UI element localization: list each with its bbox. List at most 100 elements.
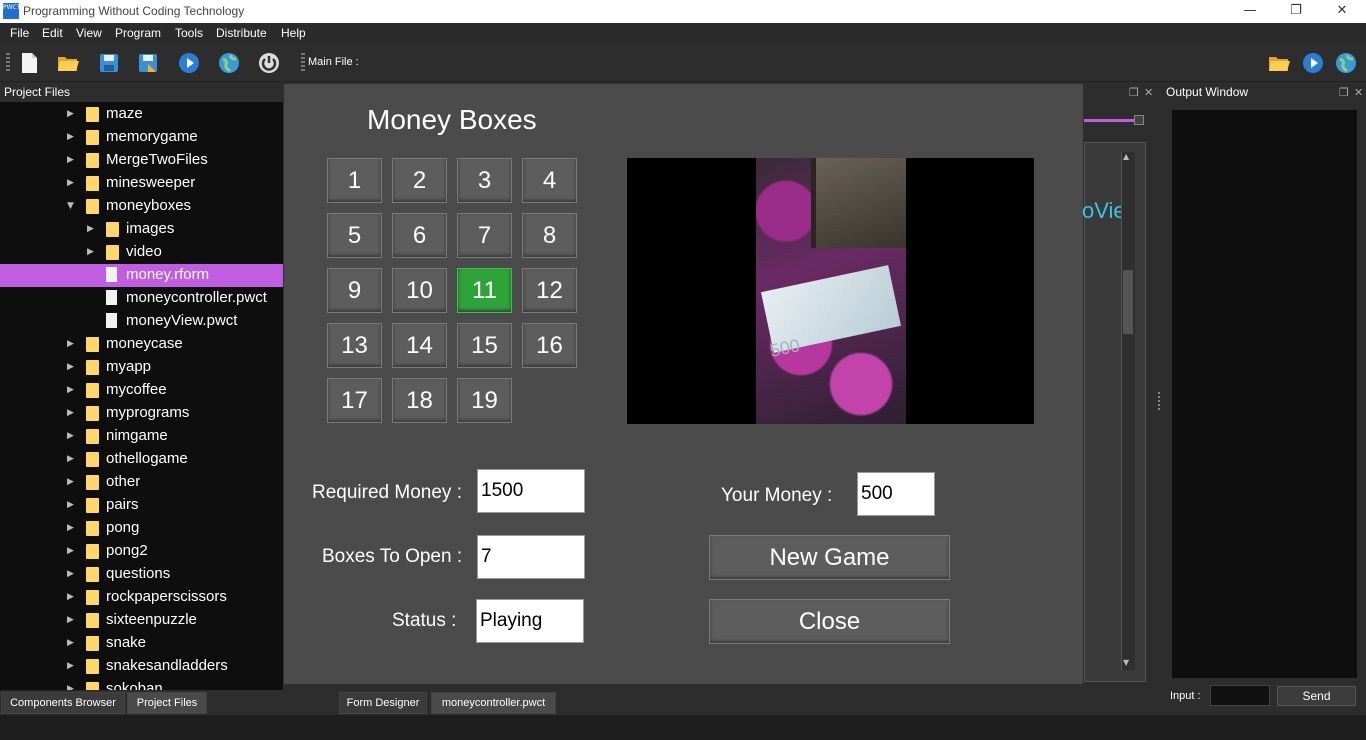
menu-program[interactable]: Program [115, 26, 161, 40]
tree-item[interactable]: ▶ pairs [0, 494, 284, 517]
close-button[interactable]: Close [709, 599, 950, 644]
menu-file[interactable]: File [10, 26, 29, 40]
tree-item[interactable]: ▶ sokoban [0, 678, 284, 690]
money-box-1[interactable]: 1 [327, 158, 382, 203]
tree-item[interactable]: ▶ myapp [0, 356, 284, 379]
tree-item[interactable]: ▶ snake [0, 632, 284, 655]
money-box-18[interactable]: 18 [392, 378, 447, 423]
money-box-16[interactable]: 16 [522, 323, 577, 368]
money-box-2[interactable]: 2 [392, 158, 447, 203]
tree-item[interactable]: ▶ other [0, 471, 284, 494]
power-icon[interactable] [257, 51, 281, 75]
tree-item[interactable]: ▶ nimgame [0, 425, 284, 448]
tree-item[interactable]: moneyView.pwct [0, 310, 284, 333]
globe-icon-right[interactable] [1334, 51, 1358, 75]
chevron-right-icon[interactable]: ▶ [67, 615, 74, 625]
chevron-right-icon[interactable]: ▶ [67, 592, 74, 602]
scroll-up-icon[interactable]: ▲ [1123, 152, 1129, 161]
run-icon-right[interactable] [1301, 51, 1325, 75]
chevron-right-icon[interactable]: ▶ [67, 638, 74, 648]
tab-moneycontroller[interactable]: moneycontroller.pwct [431, 692, 556, 714]
chevron-right-icon[interactable]: ▶ [67, 155, 74, 165]
close-window-button[interactable]: ✕ [1319, 0, 1365, 23]
money-box-7[interactable]: 7 [457, 213, 512, 258]
new-file-icon[interactable] [17, 51, 41, 75]
chevron-right-icon[interactable]: ▶ [67, 362, 74, 372]
tree-item[interactable]: ▶ snakesandladders [0, 655, 284, 678]
minimize-button[interactable]: — [1227, 0, 1273, 23]
chevron-right-icon[interactable]: ▶ [67, 132, 74, 142]
save-as-icon[interactable] [136, 51, 160, 75]
tree-item[interactable]: ▶ rockpaperscissors [0, 586, 284, 609]
money-box-19[interactable]: 19 [457, 378, 512, 423]
money-box-17[interactable]: 17 [327, 378, 382, 423]
chevron-right-icon[interactable]: ▶ [67, 109, 74, 119]
chevron-right-icon[interactable]: ▶ [67, 546, 74, 556]
tree-item[interactable]: ▶ pong [0, 517, 284, 540]
tree-item[interactable]: moneycontroller.pwct [0, 287, 284, 310]
tree-item[interactable]: ▶ memorygame [0, 126, 284, 149]
editor-scrollbar[interactable] [1121, 152, 1135, 670]
tree-item[interactable]: money.rform [0, 264, 284, 287]
money-box-10[interactable]: 10 [392, 268, 447, 313]
menu-tools[interactable]: Tools [175, 26, 203, 40]
run-icon[interactable] [177, 51, 201, 75]
output-input-field[interactable] [1210, 685, 1270, 706]
tree-item[interactable]: ▶ questions [0, 563, 284, 586]
tab-components-browser[interactable]: Components Browser [1, 692, 125, 714]
output-float-icon[interactable]: ❐ [1339, 86, 1349, 99]
money-box-8[interactable]: 8 [522, 213, 577, 258]
tree-item[interactable]: ▶ minesweeper [0, 172, 284, 195]
tree-item[interactable]: ▶ images [0, 218, 284, 241]
toolbar-grip[interactable] [6, 53, 10, 71]
your-money-input[interactable]: 500 [857, 472, 935, 516]
editor-scroll-handle[interactable] [1134, 115, 1144, 125]
restore-button[interactable]: ❐ [1273, 0, 1319, 23]
tree-item[interactable]: ▶ sixteenpuzzle [0, 609, 284, 632]
money-box-12[interactable]: 12 [522, 268, 577, 313]
float-panel-icon[interactable]: ❐ [1129, 86, 1139, 99]
chevron-right-icon[interactable]: ▶ [67, 408, 74, 418]
chevron-right-icon[interactable]: ▶ [67, 569, 74, 579]
money-box-14[interactable]: 14 [392, 323, 447, 368]
tree-item[interactable]: ▼ moneyboxes [0, 195, 284, 218]
money-box-4[interactable]: 4 [522, 158, 577, 203]
tree-item[interactable]: ▶ moneycase [0, 333, 284, 356]
output-close-icon[interactable]: ✕ [1354, 86, 1363, 99]
menu-distribute[interactable]: Distribute [216, 26, 267, 40]
open-folder-icon-right[interactable] [1267, 51, 1291, 75]
chevron-right-icon[interactable]: ▶ [67, 431, 74, 441]
save-icon[interactable] [97, 51, 121, 75]
tree-item[interactable]: ▶ MergeTwoFiles [0, 149, 284, 172]
money-box-5[interactable]: 5 [327, 213, 382, 258]
money-box-9[interactable]: 9 [327, 268, 382, 313]
close-panel-icon[interactable]: ✕ [1144, 86, 1153, 99]
menu-help[interactable]: Help [281, 26, 306, 40]
tree-item[interactable]: ▶ pong2 [0, 540, 284, 563]
money-box-13[interactable]: 13 [327, 323, 382, 368]
chevron-right-icon[interactable]: ▶ [87, 247, 94, 257]
chevron-right-icon[interactable]: ▶ [67, 661, 74, 671]
menu-view[interactable]: View [76, 26, 102, 40]
globe-icon[interactable] [217, 51, 241, 75]
money-box-6[interactable]: 6 [392, 213, 447, 258]
output-area[interactable] [1172, 110, 1357, 678]
tree-item[interactable]: ▶ mycoffee [0, 379, 284, 402]
money-box-3[interactable]: 3 [457, 158, 512, 203]
video-player[interactable]: 500 [627, 158, 1034, 424]
tree-item[interactable]: ▶ myprograms [0, 402, 284, 425]
menu-edit[interactable]: Edit [42, 26, 63, 40]
toolbar-grip-2[interactable] [301, 53, 305, 71]
editor-scrollbar-thumb[interactable] [1123, 270, 1133, 334]
chevron-right-icon[interactable]: ▶ [67, 385, 74, 395]
chevron-right-icon[interactable]: ▶ [67, 454, 74, 464]
chevron-right-icon[interactable]: ▶ [67, 500, 74, 510]
scroll-down-icon[interactable]: ▼ [1123, 658, 1129, 667]
money-box-15[interactable]: 15 [457, 323, 512, 368]
required-money-input[interactable]: 1500 [477, 469, 585, 513]
send-button[interactable]: Send [1277, 686, 1356, 706]
boxes-to-open-input[interactable]: 7 [477, 535, 585, 579]
tab-project-files[interactable]: Project Files [127, 692, 207, 714]
open-folder-icon[interactable] [56, 51, 80, 75]
tree-item[interactable]: ▶ othellogame [0, 448, 284, 471]
